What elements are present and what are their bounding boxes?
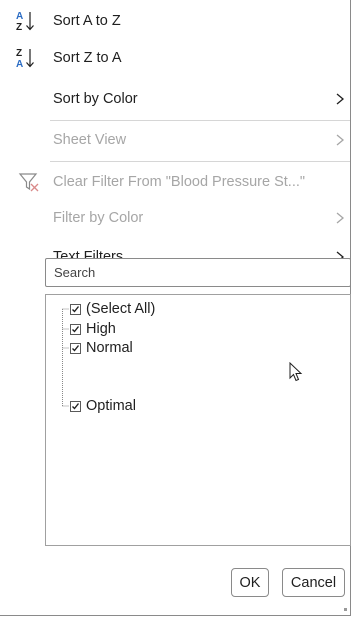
sort-a-to-z-label: Sort A to Z — [53, 13, 121, 29]
filter-values-list[interactable]: (Select All) High Normal Optimal — [45, 294, 351, 546]
svg-text:A: A — [16, 59, 23, 70]
autofilter-dropdown: A Z Sort A to Z Z A Sort Z to A Sort by … — [0, 0, 351, 616]
filter-by-color-label: Filter by Color — [53, 210, 144, 226]
search-placeholder: Search — [54, 265, 96, 280]
checkbox-select-all[interactable] — [70, 303, 81, 315]
filter-by-color-item: Filter by Color — [0, 200, 351, 236]
clear-filter-label: Clear Filter From "Blood Pressure St..." — [53, 174, 306, 190]
menu-separator — [50, 161, 350, 162]
clear-filter-icon — [18, 170, 40, 194]
svg-text:Z: Z — [16, 48, 22, 59]
sort-by-color-label: Sort by Color — [53, 91, 138, 107]
resize-grip[interactable] — [344, 608, 347, 611]
sort-ascending-icon: A Z — [14, 9, 36, 33]
ok-button[interactable]: OK — [231, 568, 269, 597]
sheet-view-item: Sheet View — [0, 122, 351, 158]
checkbox-optimal[interactable] — [70, 400, 81, 412]
sort-z-to-a-item[interactable]: Z A Sort Z to A — [0, 40, 351, 76]
svg-text:Z: Z — [16, 22, 22, 33]
list-item-label: High — [86, 321, 116, 337]
list-item-label: Normal — [86, 340, 133, 356]
svg-text:A: A — [16, 11, 23, 22]
chevron-right-icon — [336, 93, 345, 105]
cancel-button[interactable]: Cancel — [282, 568, 345, 597]
sort-by-color-item[interactable]: Sort by Color — [0, 81, 351, 117]
chevron-right-icon — [336, 212, 345, 224]
clear-filter-item: Clear Filter From "Blood Pressure St..." — [0, 164, 351, 200]
mouse-pointer-icon — [289, 362, 303, 382]
menu-separator — [50, 120, 350, 121]
checkbox-normal[interactable] — [70, 342, 81, 354]
sort-a-to-z-item[interactable]: A Z Sort A to Z — [0, 3, 351, 39]
sheet-view-label: Sheet View — [53, 132, 127, 148]
checkbox-high[interactable] — [70, 323, 81, 335]
search-input[interactable]: Search — [45, 258, 351, 287]
sort-z-to-a-label: Sort Z to A — [53, 50, 122, 66]
list-item-label: Optimal — [86, 398, 136, 414]
chevron-right-icon — [336, 134, 345, 146]
list-item-label: (Select All) — [86, 301, 156, 317]
sort-descending-icon: Z A — [14, 46, 36, 70]
